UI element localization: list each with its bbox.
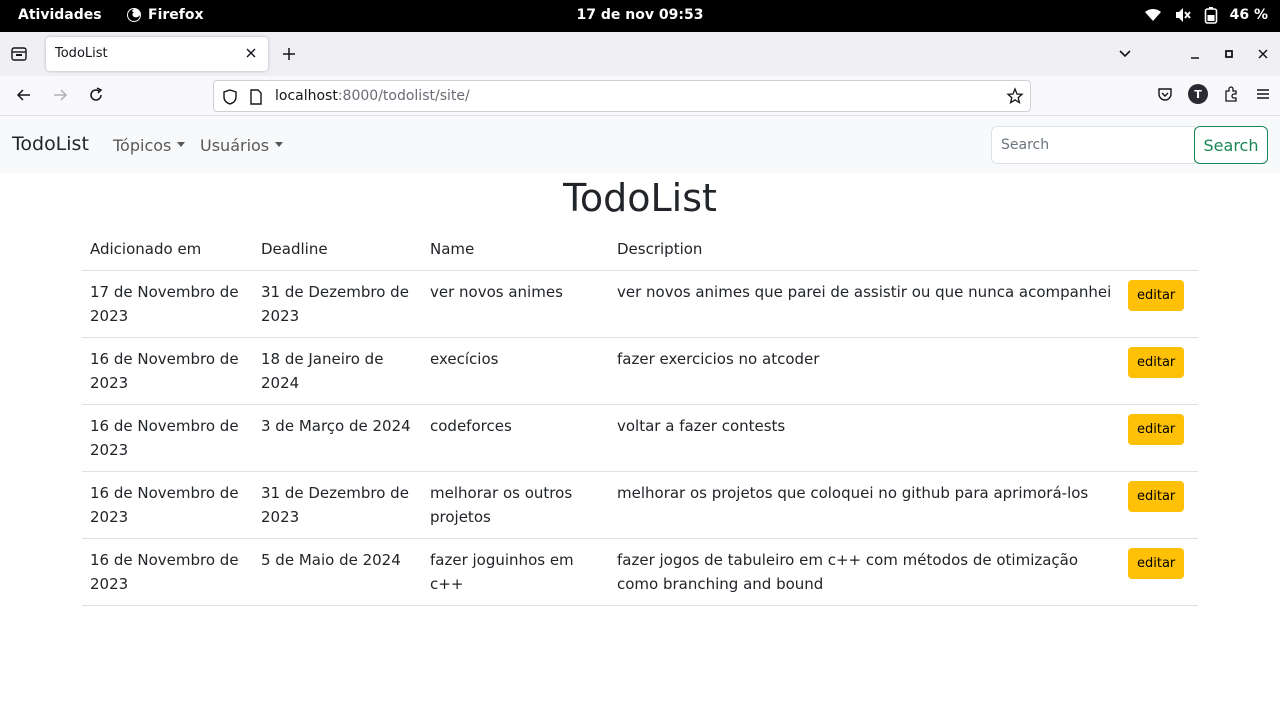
page-viewport: TodoList Tópicos Usuários Search TodoLis…: [0, 116, 1280, 720]
cell-deadline: 31 de Dezembro de 2023: [253, 270, 422, 338]
shield-icon[interactable]: [222, 88, 238, 106]
caret-down-icon: [275, 142, 284, 147]
address-bar[interactable]: localhost:8000/todolist/site/: [213, 80, 1031, 112]
navbar-brand[interactable]: TodoList: [12, 133, 89, 155]
browser-toolbar: localhost:8000/todolist/site/ T: [0, 76, 1280, 116]
new-tab-icon[interactable]: [280, 45, 298, 63]
cell-description: fazer jogos de tabuleiro em c++ com méto…: [609, 538, 1120, 606]
nav-dropdown-topicos[interactable]: Tópicos: [113, 136, 186, 155]
system-tray[interactable]: 46 %: [1144, 6, 1268, 24]
caret-down-icon: [177, 142, 186, 147]
nav-dropdown-usuarios[interactable]: Usuários: [200, 136, 284, 155]
extensions-icon[interactable]: [1222, 85, 1240, 103]
table-row: 16 de Novembro de 2023 5 de Maio de 2024 f…: [82, 538, 1198, 606]
table-header-row: Adicionado em Deadline Name Description: [82, 233, 1198, 270]
cell-added: 16 de Novembro de 2023: [82, 471, 253, 539]
table-row: 16 de Novembro de 2023 31 de Dezembro de …: [82, 471, 1198, 539]
column-header: Deadline: [261, 240, 328, 258]
cell-added: 16 de Novembro de 2023: [82, 337, 253, 405]
nav-dropdown-label: Tópicos: [113, 136, 172, 155]
tab-todolist[interactable]: TodoList: [46, 37, 268, 71]
battery-percent: 46 %: [1229, 7, 1268, 23]
url-path: :8000/todolist/site/: [337, 88, 470, 104]
cell-added: 16 de Novembro de 2023: [82, 404, 253, 472]
cell-name: codeforces: [422, 404, 609, 472]
back-icon[interactable]: [15, 86, 33, 104]
column-header: Name: [430, 240, 475, 258]
system-top-bar: Atividades Firefox 17 de nov 09:53 46 %: [0, 0, 1280, 32]
column-header-actions: [1120, 233, 1198, 270]
bookmark-star-icon[interactable]: [1006, 87, 1024, 105]
battery-icon: [1204, 7, 1217, 24]
cell-deadline: 18 de Janeiro de 2024: [253, 337, 422, 405]
speaker-muted-icon: [1175, 8, 1191, 22]
firefox-view-icon[interactable]: [10, 45, 28, 63]
edit-button[interactable]: editar: [1128, 480, 1185, 512]
search-button[interactable]: Search: [1194, 126, 1268, 164]
page-title: TodoList: [563, 176, 717, 220]
wifi-icon: [1144, 8, 1161, 21]
cell-added: 17 de Novembro de 2023: [82, 270, 253, 338]
maximize-button[interactable]: [1212, 37, 1246, 71]
page-info-icon[interactable]: [249, 88, 263, 106]
close-icon: [1258, 49, 1268, 59]
minimize-button[interactable]: [1178, 37, 1212, 71]
activities-button[interactable]: Atividades: [18, 7, 102, 23]
maximize-icon: [1225, 50, 1233, 58]
url-text: localhost:8000/todolist/site/: [275, 88, 470, 104]
edit-button[interactable]: editar: [1128, 279, 1185, 311]
table-row: 16 de Novembro de 2023 18 de Janeiro de 2…: [82, 337, 1198, 405]
cell-description: voltar a fazer contests: [609, 404, 1120, 472]
table-row: 16 de Novembro de 2023 3 de Março de 2024…: [82, 404, 1198, 472]
cell-deadline: 3 de Março de 2024: [253, 404, 422, 472]
cell-name: fazer joguinhos em c++: [422, 538, 609, 606]
cell-added: 16 de Novembro de 2023: [82, 538, 253, 606]
tab-strip: TodoList: [0, 32, 1280, 98]
pocket-icon[interactable]: [1156, 85, 1174, 103]
reload-icon[interactable]: [87, 86, 105, 104]
firefox-icon: [127, 8, 141, 22]
list-all-tabs-button[interactable]: [1108, 37, 1142, 71]
site-navbar: TodoList Tópicos Usuários Search: [0, 116, 1280, 173]
column-header: Adicionado em: [90, 240, 202, 258]
tab-title: TodoList: [55, 46, 108, 61]
search-input[interactable]: [991, 126, 1195, 164]
todo-table: Adicionado em Deadline Name Description …: [82, 233, 1198, 606]
hamburger-menu-icon[interactable]: [1254, 85, 1272, 103]
nav-dropdown-label: Usuários: [200, 136, 270, 155]
cell-deadline: 31 de Dezembro de 2023: [253, 471, 422, 539]
cell-actions: editar: [1120, 471, 1198, 539]
toolbar-right: T: [1156, 84, 1272, 104]
url-host: localhost: [275, 88, 338, 104]
account-avatar[interactable]: T: [1188, 84, 1208, 104]
cell-name: execícios: [422, 337, 609, 405]
minimize-icon: [1191, 57, 1199, 59]
column-header: Description: [617, 240, 703, 258]
app-name: Firefox: [148, 7, 204, 23]
cell-actions: editar: [1120, 404, 1198, 472]
cell-deadline: 5 de Maio de 2024: [253, 538, 422, 606]
close-tab-icon[interactable]: [242, 44, 260, 62]
edit-button[interactable]: editar: [1128, 547, 1185, 579]
edit-button[interactable]: editar: [1128, 346, 1185, 378]
cell-actions: editar: [1120, 270, 1198, 338]
app-menu[interactable]: Firefox: [126, 7, 204, 23]
table-row: 17 de Novembro de 2023 31 de Dezembro de …: [82, 270, 1198, 338]
window-controls: [1108, 32, 1280, 76]
cell-name: melhorar os outros projetos: [422, 471, 609, 539]
cell-description: fazer exercicios no atcoder: [609, 337, 1120, 405]
chevron-down-icon: [1119, 50, 1131, 58]
edit-button[interactable]: editar: [1128, 413, 1185, 445]
forward-icon[interactable]: [51, 86, 69, 104]
cell-description: ver novos animes que parei de assistir o…: [609, 270, 1120, 338]
cell-actions: editar: [1120, 538, 1198, 606]
close-window-button[interactable]: [1246, 37, 1280, 71]
cell-name: ver novos animes: [422, 270, 609, 338]
cell-actions: editar: [1120, 337, 1198, 405]
cell-description: melhorar os projetos que coloquei no git…: [609, 471, 1120, 539]
